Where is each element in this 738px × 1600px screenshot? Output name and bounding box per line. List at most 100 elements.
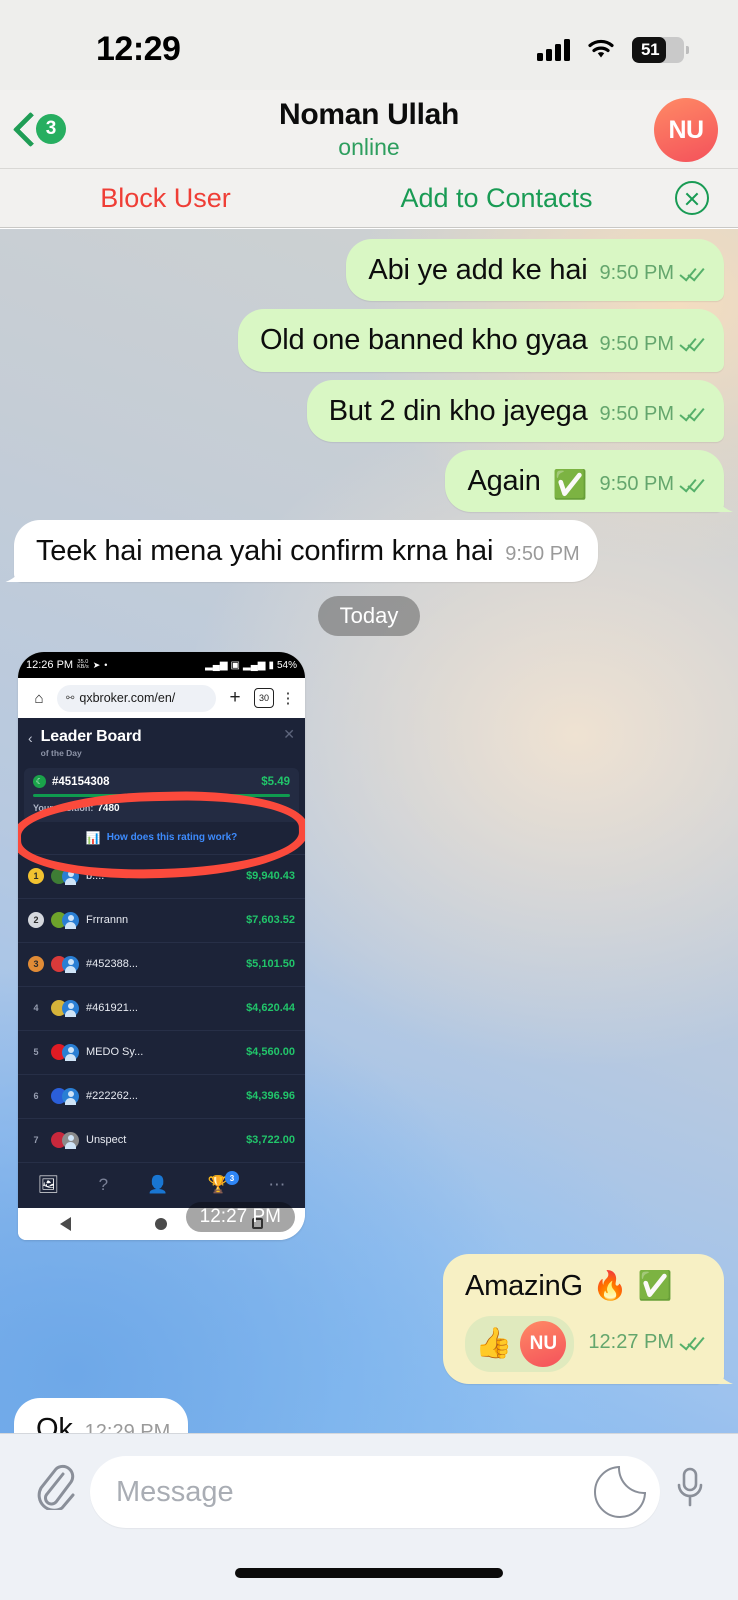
- message-text: Teek hai mena yahi confirm krna hai: [36, 535, 494, 567]
- message-text: But 2 din kho jayega: [328, 394, 588, 427]
- message-row-photo: 12:26 PM 35.0 KB/s ➤ • ▂▄▆ ▣ ▂▄▆ ▮ 54% ⌂…: [0, 652, 738, 1240]
- message-time: 9:50 PM: [599, 262, 674, 285]
- chart-icon[interactable]: 🖼: [38, 1175, 60, 1195]
- message-time: 9:50 PM: [599, 402, 674, 425]
- sticker-icon[interactable]: [594, 1466, 646, 1518]
- own-amount: $5.49: [261, 775, 290, 788]
- tab-switcher-icon[interactable]: 30: [254, 688, 274, 709]
- player-name: Unspect: [86, 1134, 127, 1147]
- home-icon[interactable]: ⌂: [26, 690, 52, 707]
- leaderboard-row[interactable]: 6 #222262... $4,396.96: [18, 1073, 305, 1118]
- message-text: Again: [467, 464, 541, 497]
- own-position-value: 7480: [97, 802, 120, 814]
- message-input-bar: Message: [0, 1433, 738, 1600]
- inner-leaderboard: ‹ Leader Board of the Day ✕ ☾ #45154308: [18, 718, 305, 1208]
- leaderboard-row[interactable]: 4 #461921... $4,620.44: [18, 985, 305, 1030]
- player-amount: $7,603.52: [246, 914, 295, 927]
- message-bubble-outgoing[interactable]: But 2 din kho jayega 9:50 PM: [306, 379, 724, 442]
- block-user-button[interactable]: Block User: [0, 183, 331, 214]
- add-to-contacts-button[interactable]: Add to Contacts: [331, 183, 662, 214]
- message-row: Abi ye add ke hai 9:50 PM: [0, 239, 738, 302]
- profile-icon[interactable]: 👤: [147, 1175, 168, 1195]
- check-mark-emoji: ✅: [637, 1269, 673, 1301]
- three-dots-vertical-icon[interactable]: ⋮: [279, 689, 297, 707]
- message-bubble-incoming[interactable]: Teek hai mena yahi confirm krna hai 9:50…: [14, 520, 598, 583]
- avatar: [51, 1043, 79, 1062]
- photo-message-bubble[interactable]: 12:26 PM 35.0 KB/s ➤ • ▂▄▆ ▣ ▂▄▆ ▮ 54% ⌂…: [18, 652, 305, 1240]
- leaderboard-row[interactable]: 3 #452388... $5,101.50: [18, 941, 305, 986]
- message-bubble-highlighted[interactable]: AmazinG 🔥 ✅ 👍 NU 12:27 PM: [443, 1253, 724, 1384]
- triangle-back-icon[interactable]: [60, 1216, 72, 1231]
- podium-icon: 📊: [85, 830, 101, 845]
- message-text: AmazinG: [465, 1269, 583, 1302]
- message-input[interactable]: Message: [90, 1456, 660, 1528]
- pakistan-flag-icon: ☾: [33, 775, 46, 789]
- rating-info-label: How does this rating work?: [106, 832, 238, 844]
- chat-header: 3 Noman Ullah online NU: [0, 90, 738, 168]
- message-row: Old one banned kho gyaa 9:50 PM: [0, 309, 738, 372]
- plus-icon[interactable]: +: [221, 687, 249, 709]
- double-check-icon: [679, 403, 706, 422]
- player-amount: $4,396.96: [246, 1090, 295, 1103]
- rank-badge: 5: [33, 1047, 39, 1058]
- inner-speed-unit: KB/s: [77, 664, 89, 671]
- url-text: qxbroker.com/en/: [79, 691, 176, 706]
- avatar: [51, 955, 79, 974]
- player-amount: $3,722.00: [246, 1134, 295, 1147]
- message-row: But 2 din kho jayega 9:50 PM: [0, 379, 738, 442]
- message-list[interactable]: Abi ye add ke hai 9:50 PM Old one banned…: [0, 229, 738, 1433]
- avatar[interactable]: NU: [654, 98, 718, 162]
- sim-icon: ▣: [230, 659, 240, 671]
- help-icon[interactable]: ?: [99, 1175, 108, 1195]
- message-time: 9:50 PM: [599, 332, 674, 355]
- message-bubble-incoming[interactable]: Ok 12:29 PM: [14, 1398, 189, 1433]
- contact-status: online: [338, 133, 400, 160]
- progress-bar: [33, 794, 290, 797]
- ios-status-bar: 12:29 51: [0, 0, 738, 90]
- microphone-icon[interactable]: [660, 1466, 720, 1518]
- cellular-bars-icon: [537, 39, 570, 61]
- message-bubble-outgoing[interactable]: Again ✅ 9:50 PM: [445, 449, 724, 512]
- own-account-id: #45154308: [52, 775, 110, 788]
- close-icon[interactable]: ✕: [283, 726, 295, 743]
- status-bar-clock: 12:29: [96, 29, 181, 68]
- player-amount: $5,101.50: [246, 958, 295, 971]
- player-name: MEDO Sy...: [86, 1046, 144, 1059]
- message-bubble-outgoing[interactable]: Abi ye add ke hai 9:50 PM: [346, 239, 724, 302]
- chevron-left-icon[interactable]: ‹: [28, 731, 33, 745]
- player-name: #461921...: [86, 1002, 138, 1015]
- rank-badge: 1: [28, 868, 44, 885]
- battery-icon: 51: [632, 37, 689, 63]
- message-row: Again ✅ 9:50 PM: [0, 449, 738, 512]
- telegram-chat-screen: 12:29 51 3 Noman Ullah online NU Block U…: [0, 0, 738, 1600]
- inner-battery-level: 54%: [276, 659, 297, 671]
- dot-icon: •: [104, 660, 108, 671]
- message-reaction[interactable]: 👍 NU: [465, 1316, 575, 1372]
- avatar: [51, 1087, 79, 1106]
- address-bar[interactable]: ⚯ qxbroker.com/en/: [57, 684, 216, 712]
- circle-home-icon[interactable]: [155, 1217, 168, 1230]
- paperclip-icon[interactable]: [18, 1464, 90, 1520]
- rating-info-link[interactable]: 📊 How does this rating work?: [18, 822, 305, 854]
- player-name: #222262...: [86, 1090, 138, 1103]
- leaderboard-row[interactable]: 5 MEDO Sy... $4,560.00: [18, 1029, 305, 1074]
- dismiss-action-bar-button[interactable]: [662, 181, 722, 215]
- check-mark-emoji: ✅: [552, 469, 588, 500]
- inner-bottom-tabbar: 🖼 ? 👤 🏆 3 ⋯: [18, 1161, 305, 1208]
- fire-emoji: 🔥: [592, 1269, 628, 1301]
- rank-badge: 3: [28, 956, 44, 973]
- avatar: [51, 911, 79, 930]
- leaderboard-row[interactable]: 7 Unspect $3,722.00: [18, 1117, 305, 1162]
- more-icon[interactable]: ⋯: [268, 1175, 285, 1195]
- home-indicator: [235, 1568, 503, 1578]
- avatar: [51, 867, 79, 886]
- chat-title-block: Noman Ullah online: [0, 98, 738, 161]
- message-time: 9:50 PM: [599, 473, 674, 495]
- message-text: Ok: [36, 1413, 73, 1433]
- back-button[interactable]: 3: [14, 112, 66, 146]
- message-bubble-outgoing[interactable]: Old one banned kho gyaa 9:50 PM: [237, 309, 724, 372]
- leaderboard-row[interactable]: 2 Frrrannn $7,603.52: [18, 897, 305, 942]
- trophy-icon[interactable]: 🏆 3: [208, 1171, 239, 1195]
- date-divider: Today: [0, 596, 738, 637]
- leaderboard-row[interactable]: 1 b.... $9,940.43: [18, 853, 305, 898]
